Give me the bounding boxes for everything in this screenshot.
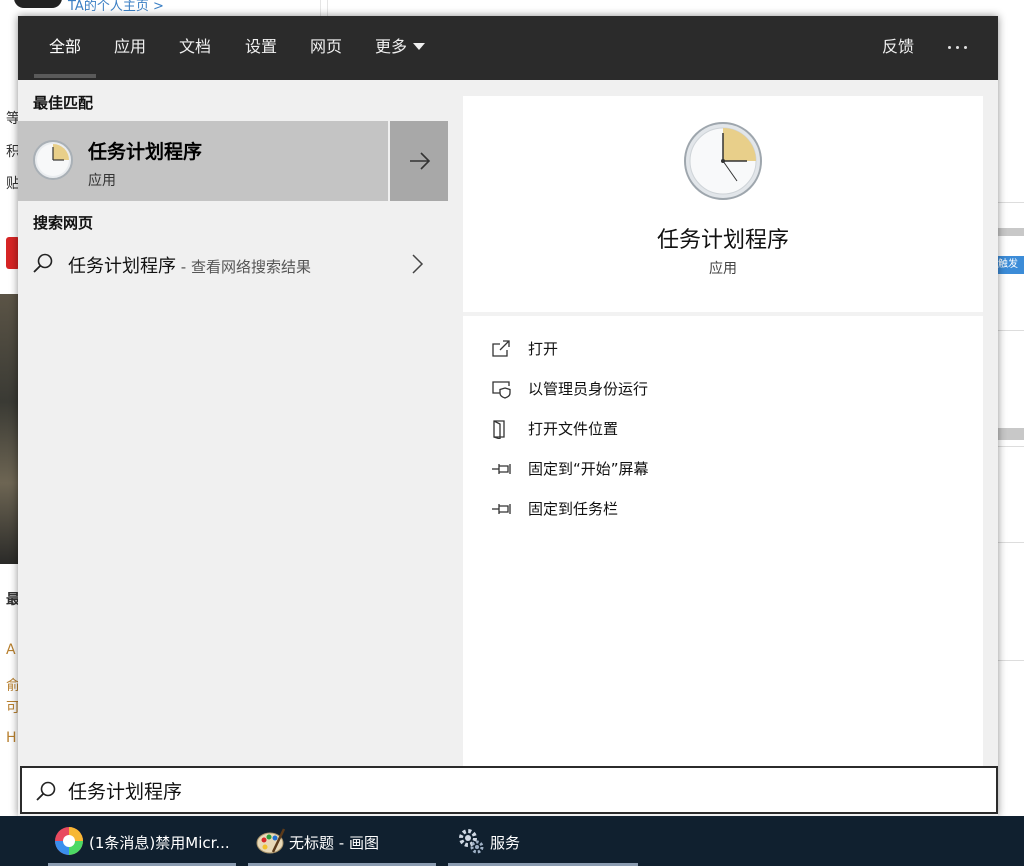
background-bar [998,228,1024,236]
best-match-heading: 最佳匹配 [33,94,94,112]
search-tab-bar: 全部 应用 文档 设置 网页 更多 反馈 [18,16,998,80]
browser-icon [55,827,83,855]
web-search-result[interactable]: 任务计划程序 - 查看网络搜索结果 [18,244,448,284]
action-pin-to-taskbar[interactable]: 固定到任务栏 [491,494,951,524]
action-open[interactable]: 打开 [491,334,951,364]
taskbar-item-paint[interactable]: 无标题 - 画图 [248,816,436,866]
background-profile-link[interactable]: TA的个人主页 > [68,0,164,14]
search-box [20,766,998,814]
background-line [998,330,1024,331]
background-left-column: 等 积 贴 最 A 俞 可 H [0,0,20,816]
file-location-icon [493,420,505,439]
services-gear-icon [459,829,484,854]
taskbar-item-services[interactable]: 服务 [448,816,638,866]
tab-web[interactable]: 网页 [304,16,348,80]
search-icon [36,781,56,801]
taskbar-item-services-label: 服务 [490,834,521,852]
arrow-right-icon [410,152,431,170]
background-divider [320,0,328,16]
web-search-heading: 搜索网页 [33,214,94,232]
detail-pane: 任务计划程序 应用 打开 以管理员身份运行 打开文件位置 固定到“开始”屏幕 固… [463,96,983,766]
best-match-result[interactable]: 任务计划程序 应用 [18,121,388,201]
action-run-as-admin[interactable]: 以管理员身份运行 [491,374,951,404]
background-right-column: 触发 [998,0,1024,816]
taskbar-item-browser-label: (1条消息)禁用Micr... [89,834,230,852]
background-link: H [6,730,17,746]
clock-icon [684,122,762,200]
action-run-as-admin-label: 以管理员身份运行 [528,380,649,398]
best-match-name: 任务计划程序 [88,141,203,163]
tab-documents[interactable]: 文档 [173,16,217,80]
web-search-query-text: 任务计划程序 [68,256,176,277]
tab-more-label: 更多 [375,37,408,56]
action-open-label: 打开 [528,340,559,358]
best-match-type: 应用 [88,173,116,189]
tab-all[interactable]: 全部 [43,16,87,80]
search-icon [33,253,53,273]
background-line [998,542,1024,543]
action-pin-to-taskbar-label: 固定到任务栏 [528,500,619,518]
search-input[interactable] [68,775,948,805]
detail-app-name: 任务计划程序 [656,228,789,253]
background-tag: 触发 [998,256,1024,274]
action-open-file-location-label: 打开文件位置 [528,420,619,438]
taskbar: (1条消息)禁用Micr... 无标题 - 画图 服务 [0,816,1024,866]
clock-icon [33,140,73,180]
web-search-hint: - 查看网络搜索结果 [176,258,311,276]
paint-icon [256,828,286,854]
tab-more[interactable]: 更多 [369,16,431,80]
action-open-file-location[interactable]: 打开文件位置 [491,414,951,444]
pin-icon [492,504,511,514]
active-tab-indicator [34,74,96,78]
caret-down-icon [413,42,426,50]
taskbar-item-paint-label: 无标题 - 画图 [289,834,379,852]
tab-apps[interactable]: 应用 [108,16,152,80]
background-line [998,660,1024,661]
background-link: A [6,642,16,658]
chevron-right-icon [412,254,424,274]
tab-settings[interactable]: 设置 [239,16,283,80]
action-pin-to-start[interactable]: 固定到“开始”屏幕 [491,454,951,484]
background-photo [0,294,18,564]
background-bar [998,428,1024,440]
background-line [998,446,1024,447]
action-pin-to-start-label: 固定到“开始”屏幕 [528,460,649,478]
pin-icon [492,464,511,474]
web-search-query: 任务计划程序 - 查看网络搜索结果 [68,252,311,278]
open-details-button[interactable] [388,121,448,201]
search-flyout: 全部 应用 文档 设置 网页 更多 反馈 最佳匹配 任务计划程序 应用 搜索网页… [18,16,998,816]
detail-separator [463,312,983,316]
background-line [998,202,1024,203]
detail-app-type: 应用 [709,261,737,277]
open-icon [492,340,510,357]
taskbar-item-browser[interactable]: (1条消息)禁用Micr... [48,816,236,866]
ellipsis-icon[interactable] [946,36,970,56]
background-avatar [14,0,62,8]
feedback-button[interactable]: 反馈 [882,16,914,80]
run-as-admin-icon [492,381,511,399]
